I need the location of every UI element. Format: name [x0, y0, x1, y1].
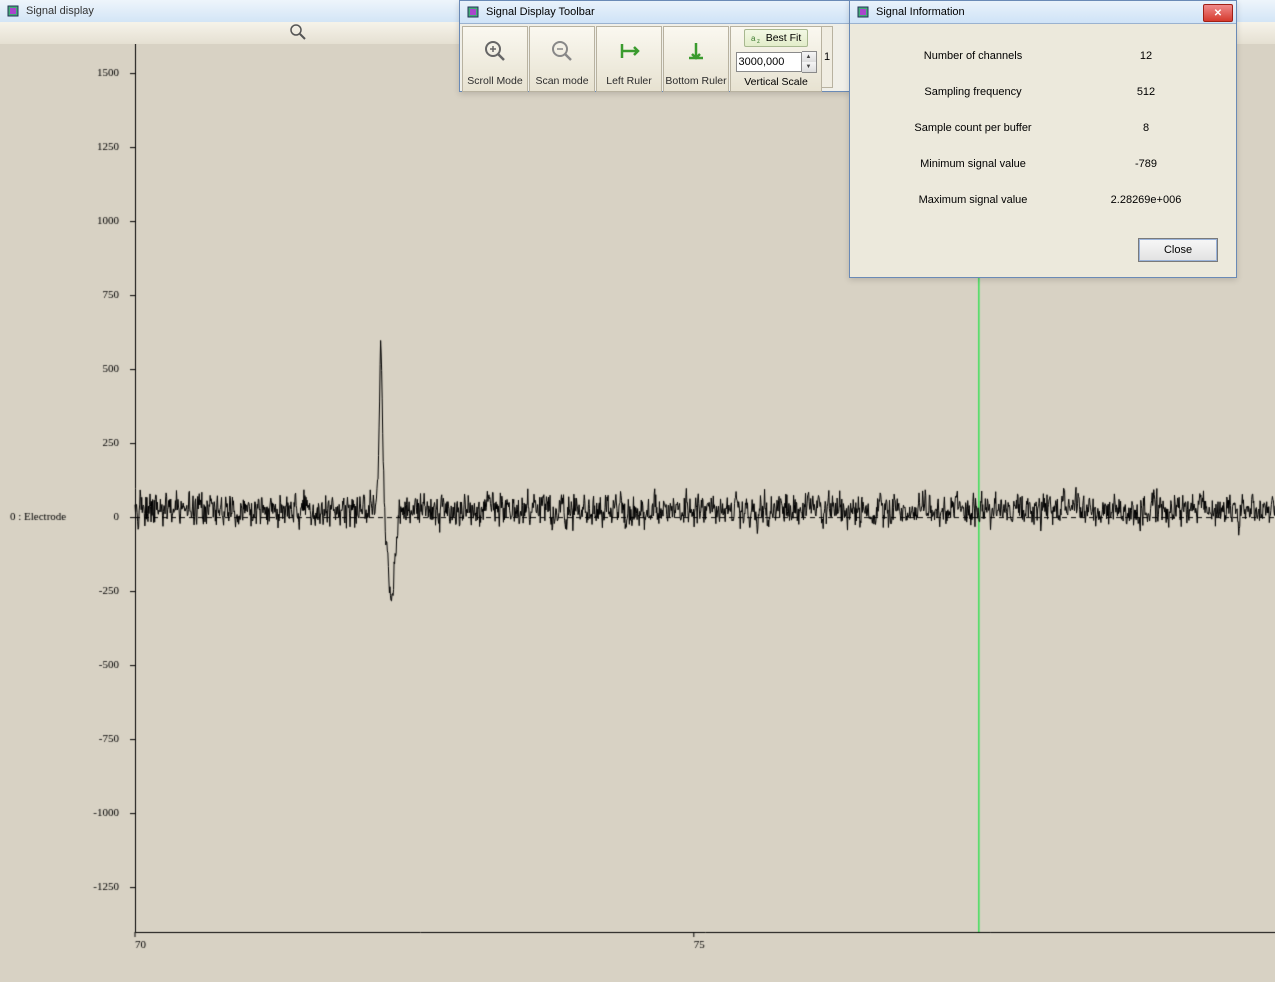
toolbar-body: Scroll Mode Scan mode Left Ruler Bottom …: [460, 24, 850, 94]
vertical-scale-input[interactable]: [736, 52, 802, 72]
info-body: Number of channels12 Sampling frequency5…: [850, 24, 1236, 232]
toolbar-window-titlebar[interactable]: Signal Display Toolbar: [460, 1, 850, 24]
chevron-down-icon[interactable]: ▼: [802, 62, 816, 72]
info-window-titlebar[interactable]: Signal Information ✕: [850, 1, 1236, 24]
info-label: Sampling frequency: [870, 86, 1076, 98]
info-label: Maximum signal value: [870, 194, 1076, 206]
info-label: Number of channels: [870, 50, 1076, 62]
info-value: 2.28269e+006: [1076, 194, 1216, 206]
best-fit-label: Best Fit: [766, 32, 802, 44]
info-window[interactable]: Signal Information ✕ Number of channels1…: [849, 0, 1237, 278]
left-ruler-icon: [616, 27, 642, 75]
app-icon: [466, 5, 480, 19]
info-label: Sample count per buffer: [870, 122, 1076, 134]
vertical-scale-spinner[interactable]: ▲▼: [736, 51, 817, 73]
best-fit-button[interactable]: az Best Fit: [744, 29, 809, 47]
info-row: Minimum signal value-789: [870, 146, 1216, 182]
zoom-icon[interactable]: [290, 24, 306, 40]
close-button[interactable]: Close: [1138, 238, 1218, 262]
scan-mode-label: Scan mode: [535, 75, 588, 87]
bottom-ruler-button[interactable]: Bottom Ruler: [663, 26, 729, 92]
info-window-title: Signal Information: [876, 6, 965, 18]
left-ruler-button[interactable]: Left Ruler: [596, 26, 662, 92]
info-row: Number of channels12: [870, 38, 1216, 74]
partial-spinner[interactable]: 1: [822, 26, 833, 88]
info-value: 12: [1076, 50, 1216, 62]
svg-text:z: z: [757, 39, 760, 44]
spinner-arrows[interactable]: ▲▼: [802, 51, 817, 73]
bottom-ruler-label: Bottom Ruler: [665, 75, 726, 87]
magnifier-minus-icon: [550, 27, 574, 75]
close-button-label: Close: [1164, 244, 1192, 256]
scroll-mode-button[interactable]: Scroll Mode: [462, 26, 528, 92]
bottom-ruler-icon: [686, 27, 706, 75]
info-value: 512: [1076, 86, 1216, 98]
info-row: Sample count per buffer8: [870, 110, 1216, 146]
info-value: 8: [1076, 122, 1216, 134]
info-row: Sampling frequency512: [870, 74, 1216, 110]
vertical-scale-group: az Best Fit ▲▼ Vertical Scale: [730, 26, 822, 92]
app-icon: [856, 5, 870, 19]
info-label: Minimum signal value: [870, 158, 1076, 170]
chevron-up-icon[interactable]: ▲: [802, 52, 816, 62]
partial-value: 1: [824, 51, 830, 63]
svg-text:a: a: [751, 34, 756, 43]
toolbar-window[interactable]: Signal Display Toolbar Scroll Mode Scan …: [459, 0, 851, 92]
app-icon: [6, 4, 20, 18]
vertical-scale-label: Vertical Scale: [744, 76, 808, 88]
best-fit-icon: az: [751, 32, 763, 44]
info-row: Maximum signal value2.28269e+006: [870, 182, 1216, 218]
scroll-mode-label: Scroll Mode: [467, 75, 522, 87]
info-value: -789: [1076, 158, 1216, 170]
left-ruler-label: Left Ruler: [606, 75, 652, 87]
toolbar-window-title: Signal Display Toolbar: [486, 6, 595, 18]
main-window-title: Signal display: [26, 5, 94, 17]
close-icon[interactable]: ✕: [1203, 4, 1233, 22]
scan-mode-button[interactable]: Scan mode: [529, 26, 595, 92]
magnifier-plus-icon: [483, 27, 507, 75]
